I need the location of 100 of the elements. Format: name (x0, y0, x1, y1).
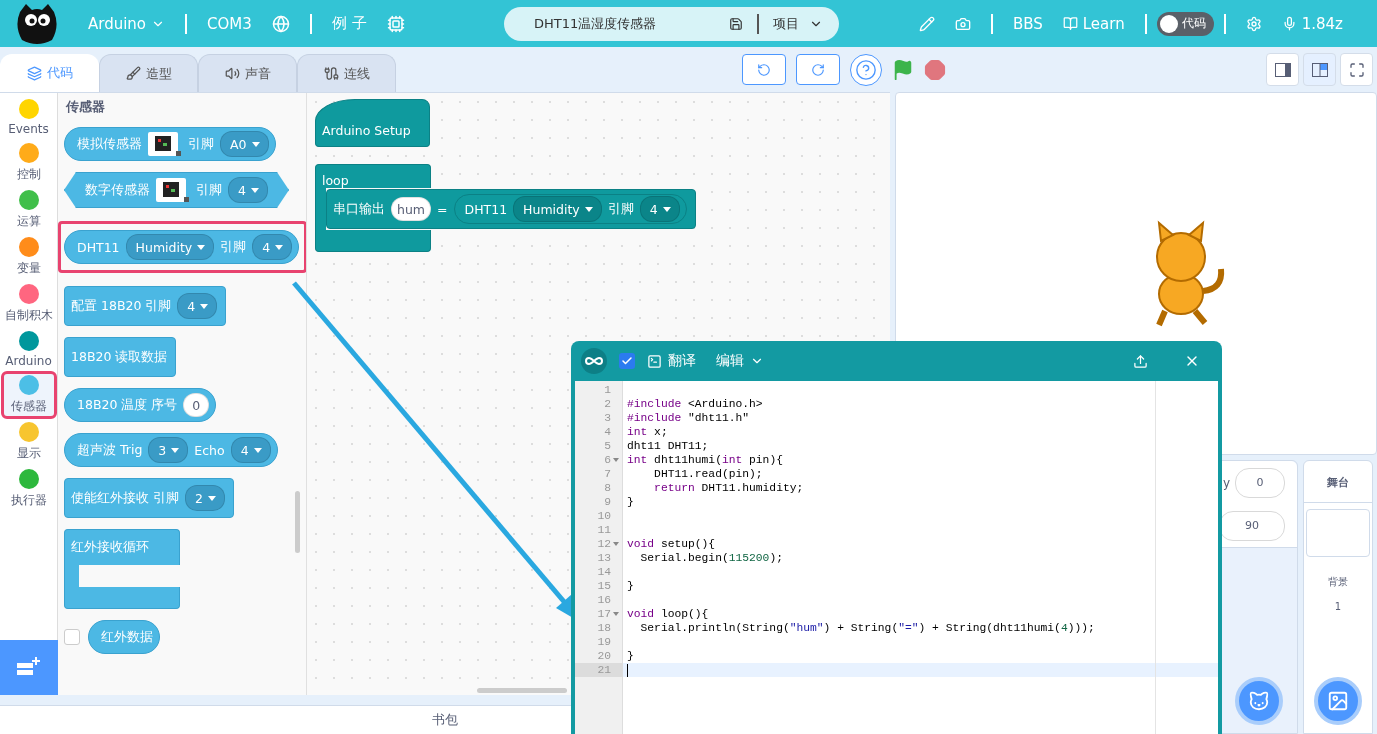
block-dropdown[interactable]: 3 (148, 437, 189, 463)
block-dropdown[interactable]: Humidity (125, 234, 215, 260)
caret-icon (275, 244, 284, 250)
block-label: 串口输出 (333, 200, 385, 218)
add-extension-button[interactable] (0, 640, 58, 695)
tab[interactable]: 代码 (0, 54, 99, 92)
microphone-icon (1281, 16, 1297, 31)
verify-checkbox[interactable] (619, 353, 635, 369)
layout-icon (1311, 62, 1328, 77)
edit-menu[interactable]: 编辑 (716, 352, 764, 370)
reporter-block[interactable]: 超声波 Trig 3 Echo 4 (64, 433, 278, 467)
project-menu[interactable]: 项目 (772, 14, 799, 33)
loop-block[interactable]: loop (315, 164, 431, 188)
block-input[interactable]: hum (391, 197, 432, 221)
line-number: 3 (604, 411, 611, 425)
bbs-link[interactable]: BBS (1002, 14, 1053, 33)
stage-thumbnail[interactable] (1306, 509, 1370, 557)
category-item[interactable]: 执行器 (2, 467, 55, 511)
help-button[interactable] (850, 53, 882, 86)
reporter-block[interactable]: 红外数据 (88, 620, 160, 654)
learn-link[interactable]: Learn (1052, 14, 1135, 33)
help-icon (855, 58, 877, 81)
port-menu[interactable]: COM3 (197, 14, 262, 33)
hat-block[interactable]: Arduino Setup (315, 99, 430, 147)
category-item[interactable]: Events (2, 97, 55, 138)
tab[interactable]: 连线 (297, 54, 396, 92)
fold-icon[interactable] (613, 612, 619, 616)
small-stage-button[interactable] (1266, 53, 1299, 86)
category-item[interactable]: 传感器 (2, 373, 55, 417)
stack-block[interactable]: 配置 18B20 引脚 4 (64, 286, 227, 326)
line-number: 13 (597, 551, 611, 565)
category-item[interactable]: 控制 (2, 141, 55, 185)
examples-menu[interactable]: 例 子 (321, 14, 377, 33)
category-label: Arduino (5, 354, 52, 368)
add-sprite-button[interactable] (1235, 677, 1283, 725)
block-input[interactable]: 0 (183, 393, 210, 417)
compile-button[interactable]: 翻译 (647, 352, 696, 370)
tab[interactable]: 声音 (198, 54, 297, 92)
large-stage-button[interactable] (1303, 53, 1336, 86)
code-line: #include <Arduino.h> (627, 397, 763, 411)
block-dropdown[interactable]: 4 (230, 437, 271, 463)
fold-icon[interactable] (613, 542, 619, 546)
fullscreen-button[interactable] (1340, 53, 1373, 86)
board-menu[interactable]: Arduino (78, 14, 176, 33)
boolean-block[interactable]: 数字传感器 引脚 4 (64, 172, 289, 208)
line-number: 8 (604, 481, 611, 495)
category-item[interactable]: Arduino (2, 329, 55, 370)
undo-button[interactable] (742, 54, 786, 85)
category-label: 执行器 (10, 492, 47, 509)
block-dropdown[interactable]: 4 (177, 293, 218, 319)
stack-block[interactable]: 18B20 读取数据 (64, 337, 177, 377)
fold-icon[interactable] (613, 458, 619, 462)
block-dropdown[interactable]: A0 (220, 131, 269, 157)
reporter-block[interactable]: 模拟传感器 引脚 A0 (64, 127, 276, 161)
block-label: Echo (194, 442, 225, 458)
category-item[interactable]: 运算 (2, 188, 55, 232)
statement-block[interactable]: 串口输出 hum = DHT11 Humidity 引脚 4 (326, 189, 696, 229)
stop-icon[interactable] (924, 58, 946, 81)
upload-icon[interactable] (1133, 353, 1148, 369)
category-label: 显示 (16, 445, 41, 462)
block-label: 配置 18B20 引脚 (71, 297, 172, 315)
category-item[interactable]: 自制积木 (2, 282, 55, 326)
category-item[interactable]: 变量 (2, 235, 55, 279)
backpack-label[interactable]: 书包 (432, 711, 458, 729)
line-number: 18 (597, 621, 611, 635)
code-toggle[interactable]: 代码 (1156, 11, 1214, 36)
stack-block[interactable]: 使能红外接收 引脚 2 (64, 478, 234, 518)
block-label: 红外接收循环 (71, 539, 149, 556)
block-dropdown[interactable]: 2 (185, 485, 225, 511)
category-item[interactable]: 显示 (2, 420, 55, 464)
code-line: Serial.begin(115200); (639, 551, 783, 565)
line-number: 20 (597, 649, 611, 663)
block-label: 引脚 (607, 200, 634, 218)
category-label: 变量 (16, 260, 41, 277)
category-label: 运算 (16, 213, 41, 230)
checkbox[interactable] (64, 629, 80, 645)
reporter-block[interactable]: 18B20 温度 序号 0 (64, 388, 217, 422)
code-line: return DHT11.humidity; (653, 481, 804, 495)
category-label: 控制 (16, 166, 41, 183)
caret-icon (171, 447, 180, 453)
block-dropdown[interactable]: 4 (252, 234, 293, 260)
c-block[interactable]: 红外接收循环 (64, 529, 180, 565)
redo-button[interactable] (796, 54, 840, 85)
block-dropdown[interactable]: Humidity (513, 196, 602, 222)
reporter-block[interactable]: DHT11 Humidity 引脚 4 (453, 194, 687, 224)
check-icon (621, 355, 633, 367)
flag-icon[interactable] (892, 58, 914, 81)
reporter-block[interactable]: DHT11 Humidity 引脚 4 (64, 230, 300, 264)
block-dropdown[interactable]: 4 (639, 196, 680, 222)
direction-field[interactable]: 90 (1219, 510, 1285, 541)
y-field[interactable]: 0 (1235, 467, 1285, 498)
tab[interactable]: 造型 (99, 54, 198, 92)
project-title-field[interactable]: DHT11温湿度传感器 项目 (503, 6, 839, 41)
add-backdrop-button[interactable] (1314, 677, 1362, 725)
block-dropdown[interactable]: 4 (228, 177, 268, 203)
undo-icon (757, 62, 771, 77)
block-label: 引脚 (188, 135, 214, 153)
category-label: 自制积木 (4, 307, 53, 324)
block-label: 使能红外接收 引脚 (71, 489, 179, 507)
y-label: y (1222, 475, 1230, 490)
